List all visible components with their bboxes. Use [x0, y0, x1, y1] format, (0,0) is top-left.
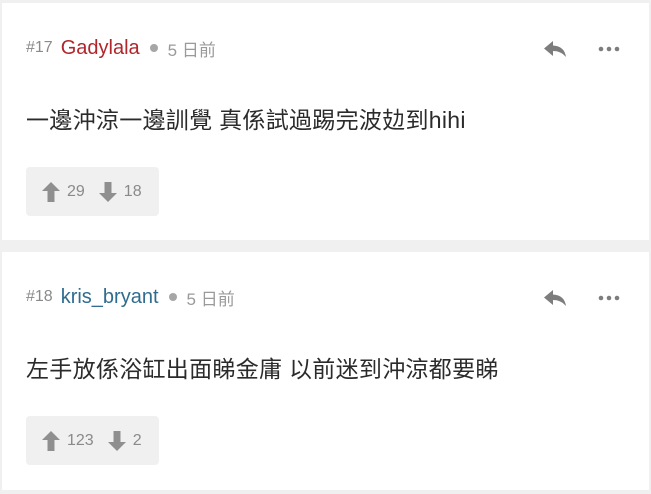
- reply-button[interactable]: [540, 286, 570, 310]
- comment-floor: #18: [26, 288, 53, 305]
- arrow-down-icon: [98, 181, 117, 202]
- reply-icon: [544, 41, 566, 57]
- more-icon: [598, 295, 620, 301]
- more-icon: [598, 46, 620, 52]
- downvote-count: 2: [132, 431, 142, 449]
- upvote-button[interactable]: 123: [42, 430, 94, 451]
- upvote-count: 123: [67, 431, 94, 449]
- comment-meta: #18 kris_bryant 5 日前: [26, 284, 235, 310]
- separator-dot: [149, 44, 158, 52]
- comment-card: #18 kris_bryant 5 日前 左手放係浴缸出面睇金庸 以前迷到沖涼都…: [2, 252, 649, 490]
- separator-dot: [168, 293, 177, 301]
- more-options-button[interactable]: [594, 37, 624, 61]
- reply-button[interactable]: [540, 37, 570, 61]
- more-options-button[interactable]: [594, 286, 624, 310]
- comment-floor: #17: [26, 39, 53, 56]
- comment-card: #17 Gadylala 5 日前 一邊沖涼一邊訓覺 真係試過踢完波攰到hihi: [2, 3, 649, 240]
- comment-time: 5 日前: [186, 289, 235, 309]
- upvote-button[interactable]: 29: [42, 181, 85, 202]
- downvote-count: 18: [123, 182, 142, 200]
- comment-content: 左手放係浴缸出面睇金庸 以前迷到沖涼都要睇: [26, 356, 499, 382]
- comment-username[interactable]: Gadylala: [61, 37, 140, 60]
- arrow-down-icon: [107, 430, 126, 451]
- downvote-button[interactable]: 18: [98, 181, 142, 202]
- arrow-up-icon: [42, 430, 60, 451]
- downvote-button[interactable]: 2: [107, 430, 142, 451]
- vote-bar: 123 2: [26, 416, 159, 465]
- upvote-count: 29: [67, 182, 85, 200]
- comment-list: #17 Gadylala 5 日前 一邊沖涼一邊訓覺 真係試過踢完波攰到hihi: [0, 0, 651, 494]
- vote-bar: 29 18: [26, 167, 159, 216]
- comment-username[interactable]: kris_bryant: [61, 286, 159, 309]
- comment-meta: #17 Gadylala 5 日前: [26, 35, 216, 61]
- comment-content: 一邊沖涼一邊訓覺 真係試過踢完波攰到hihi: [26, 107, 466, 133]
- reply-icon: [544, 290, 566, 306]
- comment-time: 5 日前: [167, 40, 216, 60]
- arrow-up-icon: [42, 181, 60, 202]
